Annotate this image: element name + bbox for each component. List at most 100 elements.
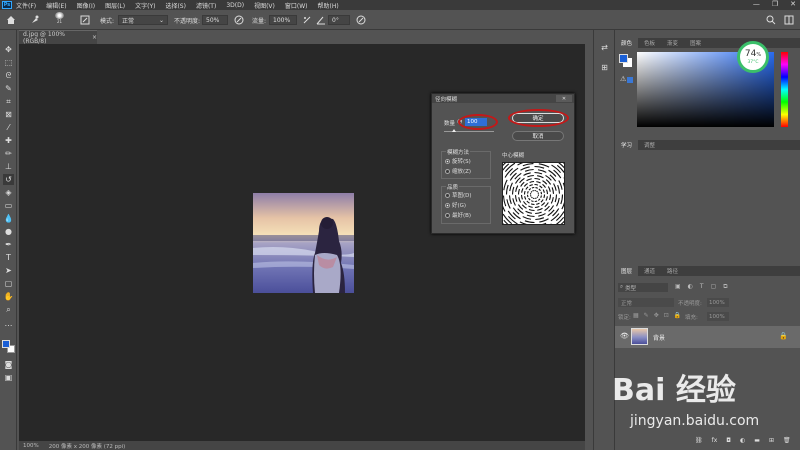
clone-stamp-tool-icon[interactable]: ⊥ <box>3 161 14 172</box>
method-zoom-radio[interactable]: 缩放(Z) <box>445 167 471 175</box>
tab-adjustments[interactable]: 调整 <box>638 140 661 150</box>
adjustment-filter-icon[interactable]: ◐ <box>688 283 693 291</box>
menu-3d[interactable]: 3D(D) <box>226 2 244 9</box>
type-filter-icon[interactable]: T <box>700 283 704 291</box>
layer-filter-select[interactable]: ⌕ 类型 <box>618 283 668 292</box>
blur-center-preview[interactable] <box>502 162 565 225</box>
zoom-level[interactable]: 100% <box>23 443 39 449</box>
screen-mode-icon[interactable]: ▣ <box>3 372 14 383</box>
pressure-size-icon[interactable] <box>356 14 366 26</box>
tab-close-icon[interactable]: × <box>92 34 97 41</box>
properties-panel-icon[interactable]: ⊞ <box>599 62 610 73</box>
move-tool-icon[interactable]: ✥ <box>3 44 14 55</box>
workspace-icon[interactable] <box>784 14 794 26</box>
pen-tool-icon[interactable]: ✒ <box>3 239 14 250</box>
eyedropper-tool-icon[interactable]: ⁄ <box>3 122 14 133</box>
menu-image[interactable]: 图像(I) <box>77 1 95 10</box>
hand-tool-icon[interactable]: ✋ <box>3 291 14 302</box>
foreground-color-swatch[interactable] <box>2 340 10 348</box>
path-select-tool-icon[interactable]: ➤ <box>3 265 14 276</box>
adjustment-layer-icon[interactable]: ◐ <box>740 437 745 444</box>
mode-select[interactable]: 正常 ⌄ <box>118 15 168 25</box>
flow-input[interactable]: 100% <box>269 15 297 25</box>
restore-icon[interactable]: ❐ <box>772 0 778 8</box>
smart-filter-icon[interactable]: ⧉ <box>723 283 727 291</box>
menu-window[interactable]: 窗口(W) <box>285 1 308 10</box>
marquee-tool-icon[interactable]: ⬚ <box>3 57 14 68</box>
tab-patterns[interactable]: 图案 <box>684 38 707 48</box>
lock-transparent-icon[interactable]: ▦ <box>633 312 639 319</box>
tab-gradients[interactable]: 渐变 <box>661 38 684 48</box>
blend-mode-select[interactable]: 正常 <box>618 298 674 307</box>
amount-slider-handle[interactable] <box>452 129 456 132</box>
minimize-icon[interactable]: — <box>753 0 760 8</box>
menu-file[interactable]: 文件(F) <box>16 1 36 10</box>
search-icon[interactable] <box>766 14 776 26</box>
gamut-warning-icon[interactable]: ⚠ <box>620 75 626 83</box>
menu-layer[interactable]: 图层(L) <box>105 1 125 10</box>
dialog-close-button[interactable]: ✕ <box>556 95 572 102</box>
type-tool-icon[interactable]: T <box>3 252 14 263</box>
lasso-tool-icon[interactable]: ᘓ <box>3 70 14 81</box>
gamut-swatch[interactable] <box>627 77 633 83</box>
lock-position-icon[interactable]: ✥ <box>654 312 659 319</box>
blur-tool-icon[interactable] <box>30 14 40 26</box>
history-panel-icon[interactable]: ⇄ <box>599 42 610 53</box>
more-tools-icon[interactable]: … <box>3 318 14 329</box>
quick-select-tool-icon[interactable]: ✎ <box>3 83 14 94</box>
blur-tool-icon[interactable]: 💧 <box>3 213 14 224</box>
delete-layer-icon[interactable]: 🗑 <box>783 437 791 444</box>
healing-brush-tool-icon[interactable]: ✚ <box>3 135 14 146</box>
rectangle-tool-icon[interactable]: ▢ <box>3 278 14 289</box>
airbrush-icon[interactable] <box>302 14 312 26</box>
opacity-input[interactable]: 50% <box>202 15 228 25</box>
menu-edit[interactable]: 编辑(E) <box>46 1 66 10</box>
brush-preset-picker[interactable]: 21 <box>55 12 64 24</box>
tab-layers[interactable]: 图层 <box>615 266 639 276</box>
quality-best-radio[interactable]: 最好(B) <box>445 211 471 219</box>
crop-tool-icon[interactable]: ⌗ <box>3 96 14 107</box>
lock-image-icon[interactable]: ✎ <box>644 312 649 319</box>
tab-learn[interactable]: 学习 <box>615 140 639 150</box>
gradient-tool-icon[interactable]: ▭ <box>3 200 14 211</box>
layer-name[interactable]: 背景 <box>653 333 665 342</box>
quality-good-radio[interactable]: 好(G) <box>445 201 466 209</box>
quick-mask-icon[interactable]: ◙ <box>3 359 14 370</box>
frame-tool-icon[interactable]: ⊠ <box>3 109 14 120</box>
tab-paths[interactable]: 路径 <box>661 266 684 276</box>
brush-settings-icon[interactable] <box>80 14 90 26</box>
add-mask-icon[interactable]: ◘ <box>726 437 731 444</box>
new-layer-icon[interactable]: ⊞ <box>769 437 774 444</box>
visibility-eye-icon[interactable]: 👁 <box>620 332 629 340</box>
method-spin-radio[interactable]: 旋转(S) <box>445 157 471 165</box>
layer-row[interactable]: 👁 背景 🔒 <box>615 326 800 348</box>
menu-type[interactable]: 文字(Y) <box>135 1 155 10</box>
hue-slider[interactable] <box>781 52 788 127</box>
history-brush-tool-icon[interactable]: ↺ <box>3 174 14 185</box>
quality-draft-radio[interactable]: 草图(D) <box>445 191 472 199</box>
tab-color[interactable]: 颜色 <box>615 38 639 48</box>
menu-help[interactable]: 帮助(H) <box>318 1 339 10</box>
document-tab[interactable]: d.jpg @ 100%(RGB/8) × <box>19 30 97 45</box>
link-layers-icon[interactable]: ⛓ <box>695 437 703 444</box>
home-icon[interactable] <box>6 14 16 26</box>
menu-select[interactable]: 选择(S) <box>165 1 186 10</box>
fx-icon[interactable]: fx <box>712 437 718 444</box>
menu-view[interactable]: 视图(V) <box>254 1 275 10</box>
dodge-tool-icon[interactable]: ● <box>3 226 14 237</box>
pressure-opacity-icon[interactable] <box>234 14 244 26</box>
eraser-tool-icon[interactable]: ◈ <box>3 187 14 198</box>
shape-filter-icon[interactable]: ▢ <box>711 283 717 291</box>
new-group-icon[interactable]: ▬ <box>754 437 760 444</box>
zoom-tool-icon[interactable]: ⌕ <box>3 304 14 315</box>
lock-all-icon[interactable]: 🔒 <box>674 312 681 319</box>
lock-artboard-icon[interactable]: ⊡ <box>664 312 669 319</box>
tab-channels[interactable]: 通道 <box>638 266 661 276</box>
panel-foreground-swatch[interactable] <box>619 54 628 63</box>
tab-swatches[interactable]: 色板 <box>638 38 661 48</box>
fill-input[interactable]: 100% <box>707 312 729 321</box>
pixel-filter-icon[interactable]: ▣ <box>675 283 681 291</box>
menu-filter[interactable]: 滤镜(T) <box>196 1 216 10</box>
cancel-button[interactable]: 取消 <box>512 131 564 141</box>
close-icon[interactable]: ✕ <box>790 0 796 8</box>
